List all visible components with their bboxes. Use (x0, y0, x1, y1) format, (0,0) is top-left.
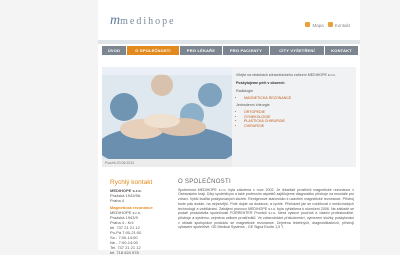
page-container: mmedihope Mapa Kontakt ÚVOD O SPOLEČNOST… (98, 0, 360, 255)
intro-text: Vítejte na stránkách zdravotnického zaří… (236, 73, 336, 77)
nav-item-about[interactable]: O SPOLEČNOSTI (127, 46, 179, 55)
info-box: Vítejte na stránkách zdravotnického zaří… (232, 67, 356, 167)
day-care-label: Jednodenní chirurgie (236, 102, 270, 107)
nav-item-contact[interactable]: KONTAKT (325, 46, 358, 55)
logo-text: medihope (120, 16, 176, 27)
hero-caption: Použití 20.06.2013 (102, 159, 232, 167)
list-item[interactable]: MAGNETICKÁ REZONANCE (244, 96, 352, 101)
diagnostics-list: MAGNETICKÁ REZONANCE (236, 96, 352, 101)
mr-line: tel. 718 624 578 (110, 250, 139, 255)
sitemap-link[interactable]: Mapa (305, 22, 324, 28)
top-links: Mapa Kontakt (305, 22, 350, 28)
mail-icon (327, 22, 333, 27)
diagnostics-label: Radiologie (236, 89, 253, 93)
nav-item-doctors[interactable]: PRO LÉKAŘE (180, 46, 222, 55)
about-title: O SPOLEČNOSTI (178, 179, 231, 185)
header-bar (98, 40, 360, 44)
sitemap-icon (305, 22, 311, 27)
nav-item-examinations[interactable]: CÍTY VYŠETŘENÍ (270, 46, 324, 55)
about-text: Společnost MEDIHOPE s.r.o. byla založena… (178, 187, 354, 230)
list-item[interactable]: CHIRURGIE (244, 124, 352, 129)
nav-item-patients[interactable]: PRO PACIENTY (223, 46, 269, 55)
day-care-list: ORTOPEDIE GYNEKOLOGIE PLASTICKÁ CHIRURGI… (236, 110, 352, 129)
quick-contact: Rychlý kontakt MEDIHOPE s.r.o. Pražská 1… (110, 179, 170, 255)
contact-link[interactable]: Kontakt (327, 22, 350, 28)
quick-contact-title: Rychlý kontakt (110, 179, 153, 186)
logo-mark: m (110, 13, 121, 28)
offer-title: Poskytujeme péči v oborech (236, 81, 285, 85)
medical-team-photo (102, 67, 232, 159)
about-section: O SPOLEČNOSTI Společnost MEDIHOPE s.r.o.… (178, 179, 354, 230)
nav-item-home[interactable]: ÚVOD (102, 46, 126, 55)
logo[interactable]: mmedihope (110, 13, 176, 29)
hero-image (102, 67, 232, 159)
address-line: Praha 4 (110, 198, 125, 203)
main-nav: ÚVOD O SPOLEČNOSTI PRO LÉKAŘE PRO PACIEN… (102, 46, 358, 55)
